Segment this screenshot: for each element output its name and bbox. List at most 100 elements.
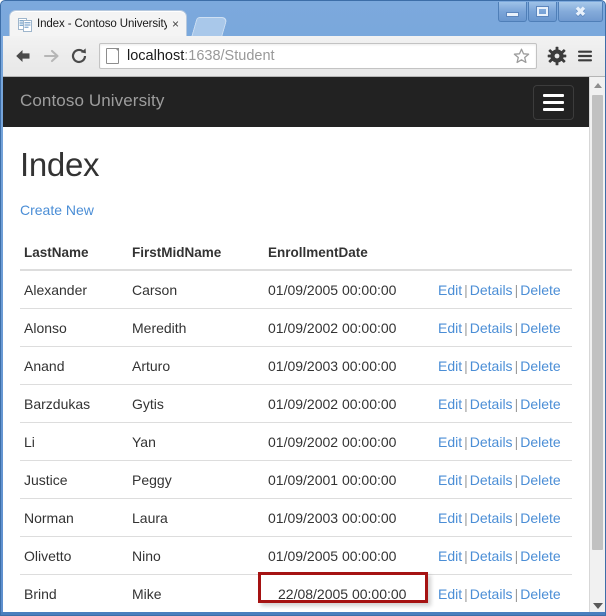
site-navbar: Contoso University [3,77,589,127]
create-new-link[interactable]: Create New [20,202,94,218]
address-bar[interactable]: localhost:1638/Student [99,43,537,69]
window-controls: ✖ [497,2,603,23]
column-header-enrollmentdate: EnrollmentDate [264,237,434,271]
scroll-up-icon[interactable] [590,77,605,93]
cell-firstmidname: Gytis [128,384,264,423]
details-link[interactable]: Details [470,548,513,564]
page-viewport: Contoso University Index Create New Last… [3,77,605,614]
table-row: Barzdukas Gytis 01/09/2002 00:00:00 Edit | De… [20,384,572,423]
action-separator: | [464,281,468,298]
details-link[interactable]: Details [470,282,513,298]
edit-link[interactable]: Edit [438,510,462,526]
cell-firstmidname: Laura [128,498,264,537]
edit-link[interactable]: Edit [438,472,462,488]
edit-link[interactable]: Edit [438,396,462,412]
navbar-brand[interactable]: Contoso University [20,91,164,111]
details-link[interactable]: Details [470,586,513,602]
maximize-button[interactable] [528,2,557,22]
cell-actions: Edit | Details | Delete [434,574,572,612]
edit-link[interactable]: Edit [438,320,462,336]
table-head: LastName FirstMidName EnrollmentDate [20,237,572,271]
cell-actions: Edit | Details | Delete [434,308,572,347]
chrome-menu-icon[interactable] [571,42,599,70]
details-link[interactable]: Details [470,510,513,526]
action-separator: | [464,585,468,602]
close-button[interactable]: ✖ [558,2,603,22]
action-separator: | [464,471,468,488]
maximize-icon [536,6,549,17]
cell-firstmidname: Meredith [128,308,264,347]
delete-link[interactable]: Delete [520,434,560,450]
details-link[interactable]: Details [470,358,513,374]
action-separator: | [464,433,468,450]
tab-close-icon[interactable]: × [169,18,182,30]
bookmark-star-icon[interactable] [512,47,530,65]
action-separator: | [464,547,468,564]
url-path: :1638/Student [184,48,275,64]
delete-link[interactable]: Delete [520,282,560,298]
minimize-icon [506,12,519,17]
navbar-toggle-button[interactable] [533,85,574,120]
create-new-row: Create New [20,202,572,220]
browser-window: ✖ Index - Contoso University × localhost… [0,0,606,616]
minimize-button[interactable] [498,2,527,22]
scrollbar-thumb[interactable] [592,95,603,550]
delete-link[interactable]: Delete [520,396,560,412]
close-icon: ✖ [575,4,586,19]
table-row: Alonso Meredith 01/09/2002 00:00:00 Edit | De… [20,308,572,347]
edit-link[interactable]: Edit [438,548,462,564]
cell-enrollmentdate: 01/09/2003 00:00:00 [264,346,434,385]
cell-firstmidname: Peggy [128,460,264,499]
table-body: Alexander Carson 01/09/2005 00:00:00 Edit | D… [20,270,572,612]
edit-link[interactable]: Edit [438,586,462,602]
action-separator: | [464,319,468,336]
delete-link[interactable]: Delete [520,586,560,602]
details-link[interactable]: Details [470,472,513,488]
cell-lastname: Norman [20,498,128,537]
new-tab-button[interactable] [191,17,228,37]
delete-link[interactable]: Delete [520,472,560,488]
cell-enrollmentdate: 01/09/2001 00:00:00 [264,460,434,499]
delete-link[interactable]: Delete [520,510,560,526]
reload-icon[interactable] [65,42,93,70]
delete-link[interactable]: Delete [520,320,560,336]
cell-lastname: Barzdukas [20,384,128,423]
delete-link[interactable]: Delete [520,548,560,564]
browser-tab[interactable]: Index - Contoso University × [9,10,187,37]
details-link[interactable]: Details [470,434,513,450]
browser-toolbar: localhost:1638/Student [3,36,605,77]
hamburger-bar-icon [543,94,564,97]
edit-link[interactable]: Edit [438,434,462,450]
cell-actions: Edit | Details | Delete [434,422,572,461]
page-scrollbar[interactable] [589,77,605,614]
action-separator: | [464,395,468,412]
cell-lastname: Anand [20,346,128,385]
window-bottom-frame [1,612,605,615]
cell-enrollmentdate: 01/09/2005 00:00:00 [264,536,434,575]
forward-icon[interactable] [37,42,65,70]
cell-actions: Edit | Details | Delete [434,384,572,423]
cell-lastname: Li [20,422,128,461]
cell-actions: Edit | Details | Delete [434,270,572,309]
cell-actions: Edit | Details | Delete [434,346,572,385]
hamburger-bar-icon [543,108,564,111]
title-bar: ✖ Index - Contoso University × [1,1,605,37]
cell-firstmidname: Mike [128,574,264,612]
url-host: localhost [127,48,185,64]
cell-lastname: Alexander [24,281,88,298]
cell-enrollmentdate: 01/09/2002 00:00:00 [264,308,434,347]
delete-link[interactable]: Delete [520,358,560,374]
cell-actions: Edit | Details | Delete [434,460,572,499]
details-link[interactable]: Details [470,396,513,412]
table-row: Alexander Carson 01/09/2005 00:00:00 Edit | D… [20,270,572,309]
cell-lastname: Brind [20,574,128,612]
page-content: Index Create New LastName FirstMidName E… [3,146,589,612]
edit-link[interactable]: Edit [438,282,462,298]
details-link[interactable]: Details [470,320,513,336]
edit-link[interactable]: Edit [438,358,462,374]
back-icon[interactable] [9,42,37,70]
cell-actions: Edit | Details | Delete [434,536,572,575]
table-row: Li Yan 01/09/2002 00:00:00 Edit | Details | Del… [20,422,572,461]
settings-gear-icon[interactable] [543,42,571,70]
table-row: Justice Peggy 01/09/2001 00:00:00 Edit | Deta… [20,460,572,499]
